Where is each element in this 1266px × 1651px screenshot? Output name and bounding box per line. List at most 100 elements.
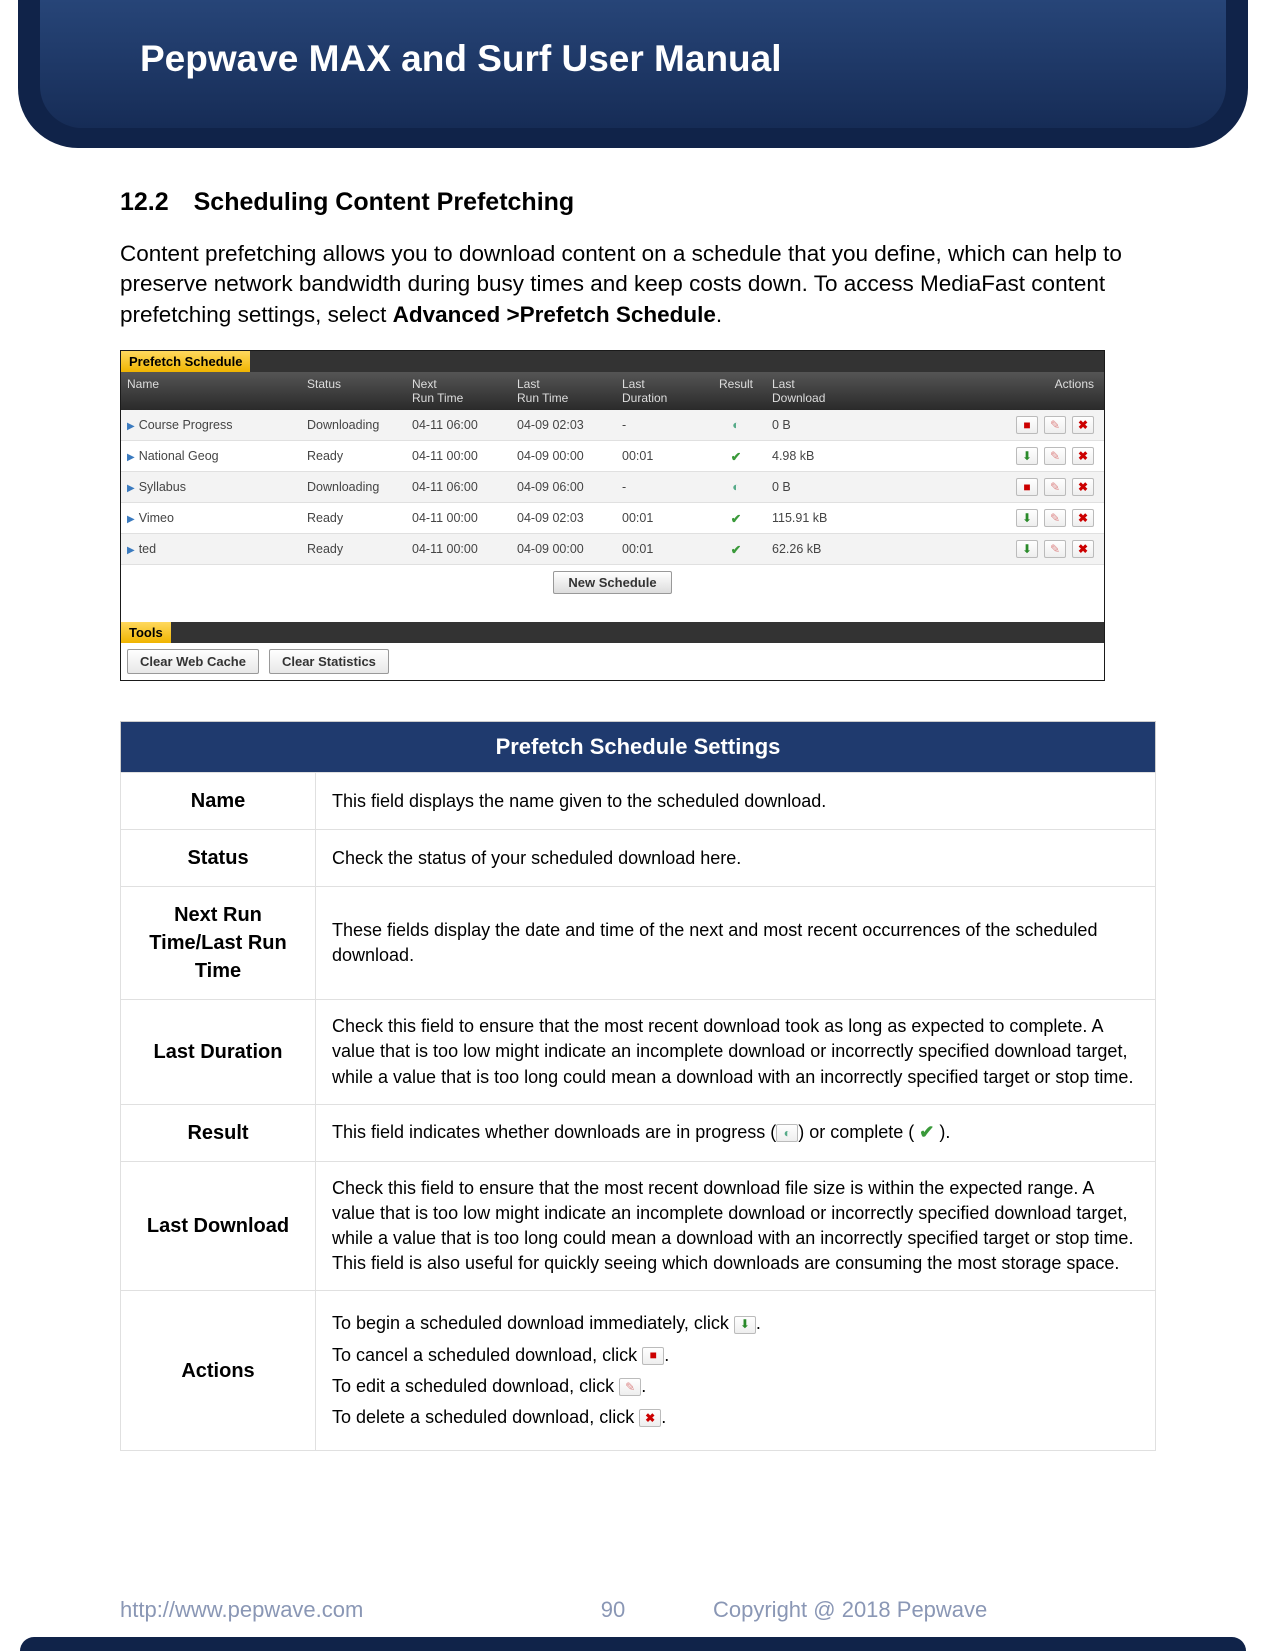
- header-banner: Pepwave MAX and Surf User Manual: [40, 0, 1226, 128]
- cell-status: Downloading: [301, 412, 406, 438]
- cell-next: 04-11 06:00: [406, 412, 511, 438]
- settings-desc-runtime: These fields display the date and time o…: [316, 887, 1156, 1000]
- table-row: ▶tedReady04-11 00:0004-09 00:0000:01✔62.…: [121, 534, 1104, 565]
- settings-row-status: Status Check the status of your schedule…: [121, 830, 1156, 887]
- delete-icon[interactable]: ✖: [1072, 416, 1094, 434]
- stop-icon[interactable]: ■: [1016, 416, 1038, 434]
- settings-title: Prefetch Schedule Settings: [121, 722, 1156, 773]
- delete-icon[interactable]: ✖: [1072, 540, 1094, 558]
- action-line-3: To edit a scheduled download, click: [332, 1376, 619, 1396]
- result-text-b: ) or complete (: [798, 1122, 919, 1142]
- p2: .: [664, 1345, 669, 1365]
- clear-cache-button[interactable]: Clear Web Cache: [127, 649, 259, 674]
- table-row: ▶SyllabusDownloading04-11 06:0004-09 06:…: [121, 472, 1104, 503]
- settings-label-lastdl: Last Download: [121, 1161, 316, 1291]
- download-icon: ⬇: [734, 1316, 756, 1334]
- settings-label-status: Status: [121, 830, 316, 887]
- settings-label-lastdur: Last Duration: [121, 1000, 316, 1105]
- expand-icon[interactable]: ▶: [127, 452, 135, 463]
- stop-icon: ■: [642, 1347, 664, 1365]
- edit-icon[interactable]: ✎: [1044, 416, 1066, 434]
- settings-table: Prefetch Schedule Settings Name This fie…: [120, 721, 1156, 1451]
- cell-name: ▶Syllabus: [121, 474, 301, 500]
- result-text-a: This field indicates whether downloads a…: [332, 1122, 776, 1142]
- col-actions: Actions: [876, 372, 1104, 410]
- cell-last: 04-09 06:00: [511, 474, 616, 500]
- settings-desc-actions: To begin a scheduled download immediatel…: [316, 1291, 1156, 1451]
- cell-actions: ⬇ ✎ ✖: [876, 503, 1104, 533]
- cell-name: ▶ted: [121, 536, 301, 562]
- cell-status: Ready: [301, 536, 406, 562]
- new-schedule-button[interactable]: New Schedule: [553, 571, 671, 594]
- edit-icon[interactable]: ✎: [1044, 509, 1066, 527]
- cell-status: Ready: [301, 443, 406, 469]
- clear-stats-button[interactable]: Clear Statistics: [269, 649, 389, 674]
- expand-icon[interactable]: ▶: [127, 514, 135, 525]
- action-line-2: To cancel a scheduled download, click: [332, 1345, 642, 1365]
- section-number: 12.2: [120, 188, 169, 216]
- action-line-1: To begin a scheduled download immediatel…: [332, 1313, 734, 1333]
- cell-next: 04-11 00:00: [406, 443, 511, 469]
- settings-row-runtime: Next Run Time/Last Run Time These fields…: [121, 887, 1156, 1000]
- col-status: Status: [301, 372, 406, 410]
- table-row: ▶VimeoReady04-11 00:0004-09 02:0300:01✔1…: [121, 503, 1104, 534]
- header-title: Pepwave MAX and Surf User Manual: [140, 38, 782, 79]
- new-schedule-row: New Schedule: [121, 565, 1104, 600]
- intro-path: Advanced >Prefetch Schedule: [393, 302, 716, 327]
- cell-dur: 00:01: [616, 443, 706, 469]
- delete-icon[interactable]: ✖: [1072, 447, 1094, 465]
- settings-row-actions: Actions To begin a scheduled download im…: [121, 1291, 1156, 1451]
- footer-accent-bar: [20, 1637, 1246, 1651]
- settings-desc-lastdur: Check this field to ensure that the most…: [316, 1000, 1156, 1105]
- stop-icon[interactable]: ■: [1016, 478, 1038, 496]
- settings-row-lastdur: Last Duration Check this field to ensure…: [121, 1000, 1156, 1105]
- content-area: 12.2 Scheduling Content Prefetching Cont…: [0, 148, 1266, 1471]
- settings-row-name: Name This field displays the name given …: [121, 773, 1156, 830]
- expand-icon[interactable]: ▶: [127, 483, 135, 494]
- cell-last: 04-09 00:00: [511, 536, 616, 562]
- edit-icon[interactable]: ✎: [1044, 540, 1066, 558]
- prefetch-screenshot: Prefetch Schedule Name Status NextRun Ti…: [120, 350, 1105, 681]
- cell-status: Ready: [301, 505, 406, 531]
- cell-result: ✔: [706, 443, 766, 470]
- footer-copy: Copyright @ 2018 Pepwave: [673, 1597, 1146, 1623]
- p4: .: [661, 1407, 666, 1427]
- cell-dur: -: [616, 474, 706, 500]
- ss-title: Prefetch Schedule: [121, 351, 250, 372]
- settings-label-runtime: Next Run Time/Last Run Time: [121, 887, 316, 1000]
- result-text-c: ).: [934, 1122, 950, 1142]
- delete-icon[interactable]: ✖: [1072, 478, 1094, 496]
- cell-result: ✔: [706, 505, 766, 532]
- table-row: ▶Course ProgressDownloading04-11 06:0004…: [121, 410, 1104, 441]
- edit-icon[interactable]: ✎: [1044, 478, 1066, 496]
- settings-label-actions: Actions: [121, 1291, 316, 1451]
- cell-last: 04-09 00:00: [511, 443, 616, 469]
- cell-result: ◐: [706, 474, 766, 500]
- cell-next: 04-11 00:00: [406, 536, 511, 562]
- settings-row-result: Result This field indicates whether down…: [121, 1104, 1156, 1161]
- tools-body: Clear Web Cache Clear Statistics: [121, 643, 1104, 680]
- cell-name: ▶National Geog: [121, 443, 301, 469]
- download-icon[interactable]: ⬇: [1016, 540, 1038, 558]
- col-dur: LastDuration: [616, 372, 706, 410]
- delete-icon[interactable]: ✖: [1072, 509, 1094, 527]
- download-icon[interactable]: ⬇: [1016, 447, 1038, 465]
- edit-icon[interactable]: ✎: [1044, 447, 1066, 465]
- cell-dur: -: [616, 412, 706, 438]
- p1: .: [756, 1313, 761, 1333]
- expand-icon[interactable]: ▶: [127, 545, 135, 556]
- ss-gap: [121, 600, 1104, 622]
- action-line-4: To delete a scheduled download, click: [332, 1407, 639, 1427]
- cell-result: ✔: [706, 536, 766, 563]
- cell-name: ▶Course Progress: [121, 412, 301, 438]
- cell-dur: 00:01: [616, 505, 706, 531]
- expand-icon[interactable]: ▶: [127, 421, 135, 432]
- cell-name: ▶Vimeo: [121, 505, 301, 531]
- delete-icon: ✖: [639, 1409, 661, 1427]
- cell-last: 04-09 02:03: [511, 505, 616, 531]
- settings-row-lastdl: Last Download Check this field to ensure…: [121, 1161, 1156, 1291]
- download-icon[interactable]: ⬇: [1016, 509, 1038, 527]
- cell-download: 115.91 kB: [766, 505, 876, 531]
- settings-desc-lastdl: Check this field to ensure that the most…: [316, 1161, 1156, 1291]
- ss-header-row: Name Status NextRun Time LastRun Time La…: [121, 372, 1104, 410]
